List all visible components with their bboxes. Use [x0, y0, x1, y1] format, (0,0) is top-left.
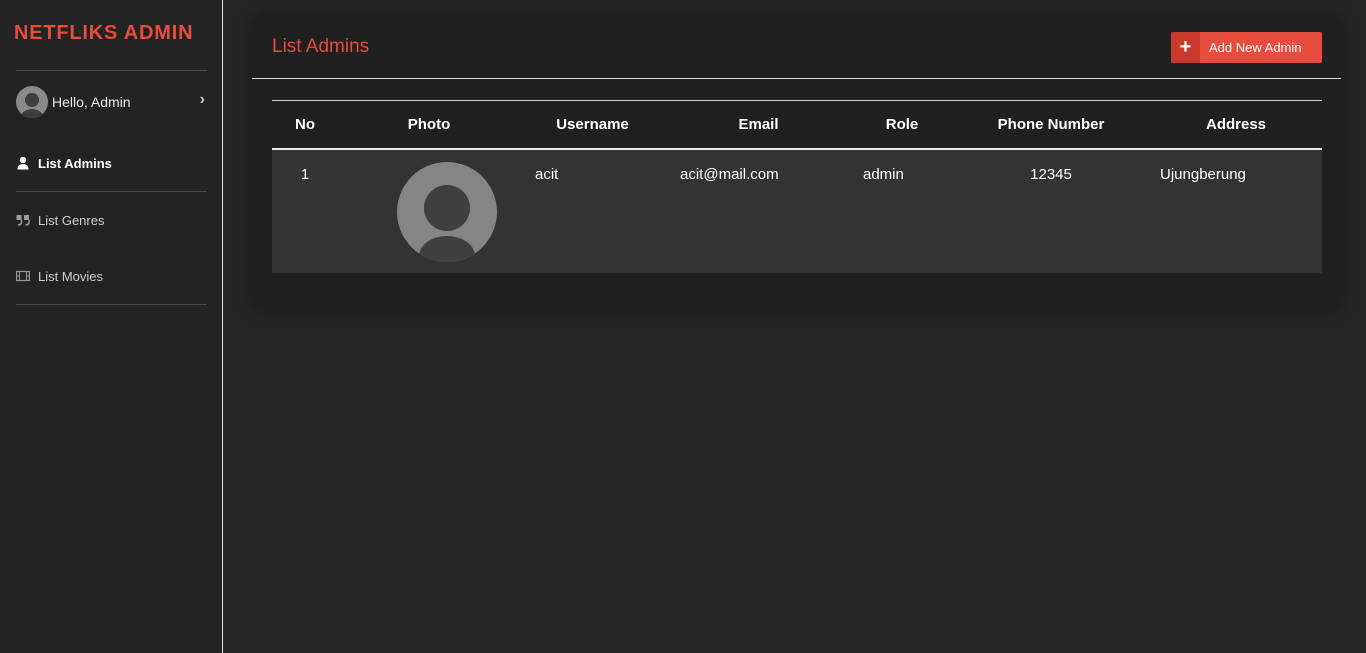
user-greeting: Hello, Admin: [52, 94, 131, 110]
column-header-role[interactable]: Role: [852, 101, 952, 149]
quote-icon: [16, 213, 30, 227]
chevron-right-icon[interactable]: ›: [200, 91, 205, 109]
cell-phone: 12345: [1030, 165, 1072, 183]
table-row[interactable]: 1 acit acit@mail.com admin 12345 Ujungbe…: [272, 148, 1322, 273]
admin-photo: [397, 161, 497, 262]
cell-username: acit: [535, 165, 559, 183]
add-new-admin-button[interactable]: + Add New Admin: [1171, 32, 1322, 63]
column-header-no[interactable]: No: [272, 101, 338, 149]
film-icon: [15, 269, 31, 283]
sidebar-divider: [16, 70, 207, 71]
cell-no: 1: [300, 165, 310, 183]
sidebar-item-list-genres[interactable]: List Genres: [16, 210, 207, 230]
cell-address: Ujungberung: [1160, 165, 1246, 183]
sidebar-item-list-movies[interactable]: List Movies: [15, 266, 207, 286]
brand-logo[interactable]: NETFLIKS ADMIN: [14, 22, 193, 45]
avatar: [16, 86, 48, 118]
table-header-row: No Photo Username Email Role Phone Numbe…: [272, 100, 1322, 149]
page-title: List Admins: [272, 36, 370, 57]
user-menu[interactable]: Hello, Admin ›: [16, 86, 207, 118]
cell-role: admin: [863, 165, 904, 183]
sidebar-item-label: List Admins: [38, 155, 112, 171]
sidebar-item-label: List Genres: [38, 212, 105, 228]
column-header-phone[interactable]: Phone Number: [952, 101, 1150, 149]
sidebar-divider: [16, 304, 207, 305]
add-new-admin-label: Add New Admin: [1209, 40, 1302, 55]
sidebar: NETFLIKS ADMIN Hello, Admin › List Admin…: [0, 0, 223, 653]
column-header-photo[interactable]: Photo: [338, 101, 520, 149]
sidebar-item-list-admins[interactable]: List Admins: [16, 153, 207, 173]
cell-email: acit@mail.com: [680, 165, 779, 183]
column-header-email[interactable]: Email: [665, 101, 852, 149]
plus-icon: +: [1171, 32, 1200, 63]
card-divider: [252, 78, 1341, 79]
admins-table: No Photo Username Email Role Phone Numbe…: [272, 100, 1322, 273]
cell-photo: [338, 149, 520, 273]
admins-card: List Admins + Add New Admin No Photo Use…: [252, 16, 1341, 310]
user-icon: [16, 156, 30, 170]
sidebar-item-label: List Movies: [38, 268, 104, 284]
column-header-address[interactable]: Address: [1150, 101, 1322, 149]
column-header-username[interactable]: Username: [520, 101, 665, 149]
sidebar-divider: [16, 191, 207, 192]
